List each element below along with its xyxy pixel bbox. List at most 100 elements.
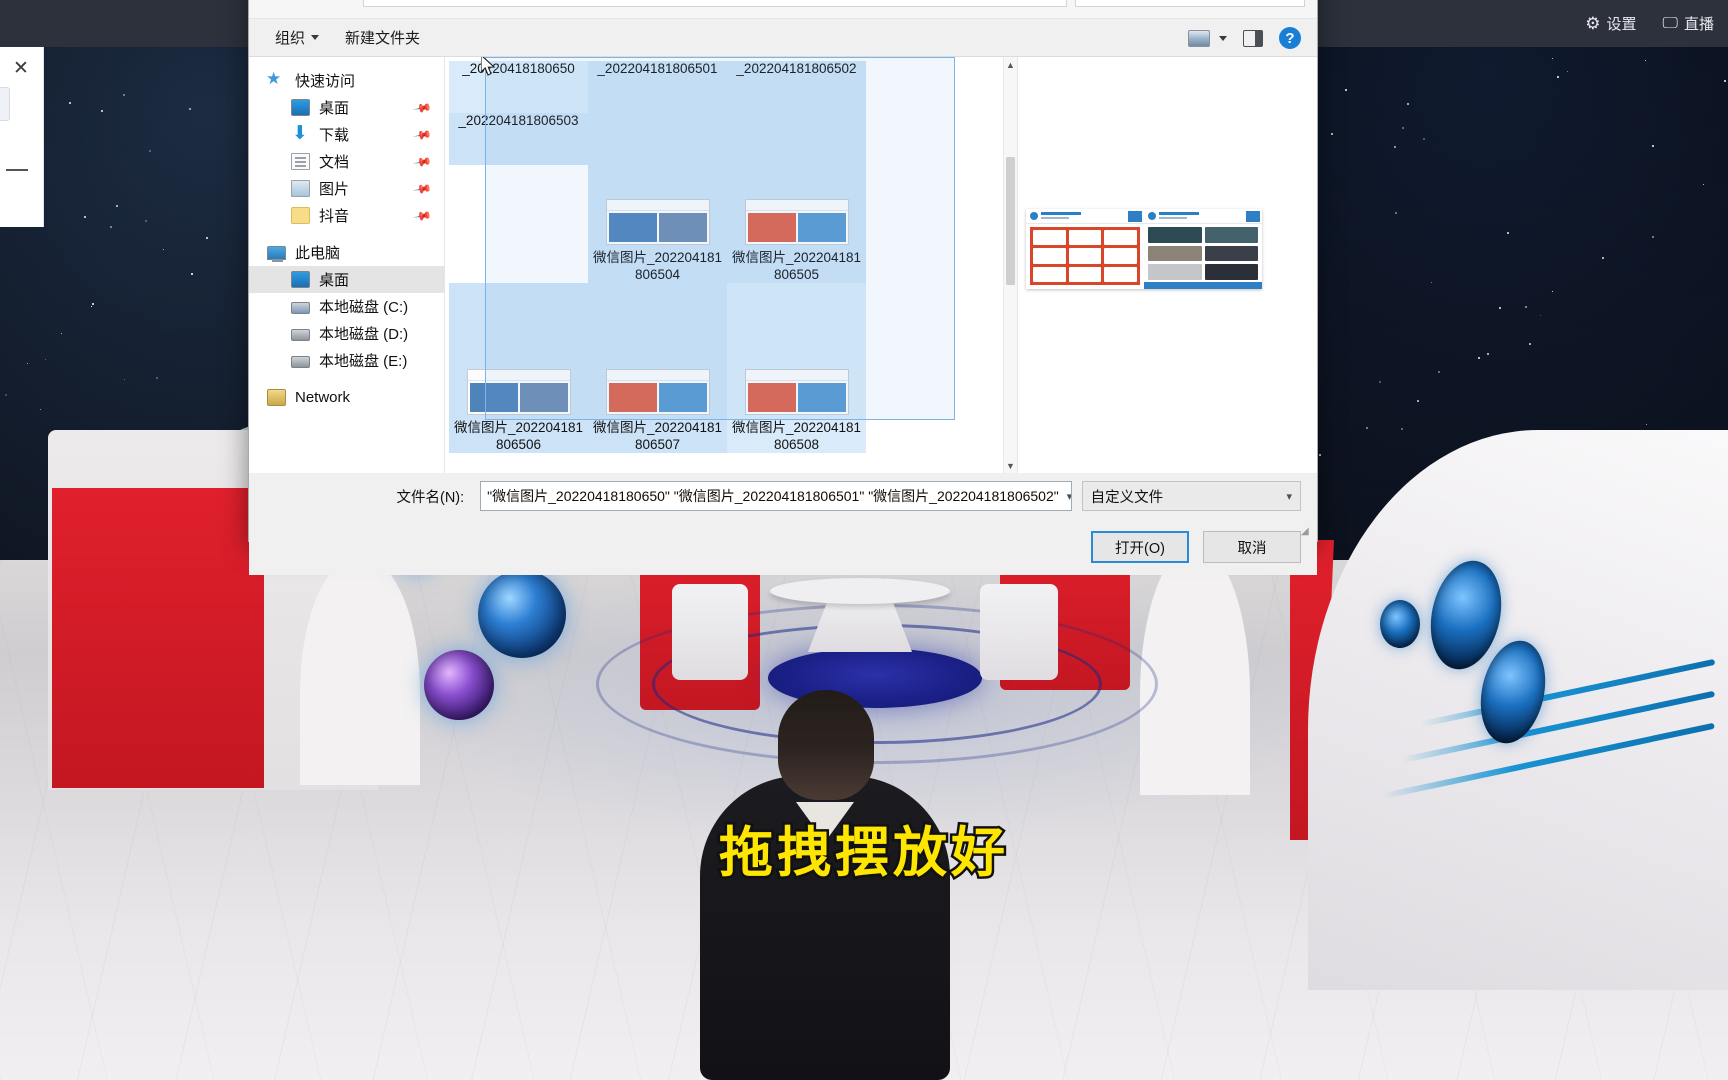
pin-icon[interactable]: 📌: [412, 178, 432, 198]
breadcrumb-1[interactable]: 桌面: [459, 0, 487, 1]
pictures-icon: [291, 180, 310, 197]
preview-cell: [1104, 267, 1137, 282]
preview-header-left: [1026, 209, 1144, 224]
red-panel-left: [52, 488, 264, 788]
pin-icon[interactable]: 📌: [412, 97, 432, 117]
folder-icon: [291, 207, 310, 224]
toolbar-right-group: ?: [1188, 19, 1301, 57]
file-item[interactable]: _202204181806501: [588, 61, 727, 113]
breadcrumb-0[interactable]: 此电脑: [397, 0, 439, 1]
file-list-pane[interactable]: _20220418180650 _202204181806501 _20220418…: [445, 57, 1017, 473]
sidebar-item-network[interactable]: Network: [249, 384, 444, 411]
preview-logo-icon: [1148, 212, 1156, 220]
organize-label: 组织: [275, 27, 305, 48]
download-icon: [291, 126, 310, 143]
filename-input[interactable]: "微信图片_20220418180650" "微信图片_202204181806…: [480, 481, 1071, 511]
preview-cell: [1205, 246, 1259, 262]
file-item[interactable]: 微信图片_202204181806508: [727, 283, 866, 453]
sidebar-item-downloads[interactable]: 下载 📌: [249, 121, 444, 148]
sidebar-item-documents[interactable]: 文档 📌: [249, 148, 444, 175]
sidebar-spacer: [249, 374, 444, 384]
sidebar-item-drive-d[interactable]: 本地磁盘 (D:): [249, 320, 444, 347]
decor-orb-1: [478, 570, 566, 658]
sidebar-spacer: [249, 229, 444, 239]
document-icon: [291, 153, 310, 170]
forward-icon[interactable]: ›: [295, 0, 321, 4]
file-name-label: 微信图片_202204181806506: [453, 420, 584, 453]
left-panel-divider: [6, 169, 28, 171]
preview-cell: [1148, 227, 1202, 243]
sidebar-item-quick-access[interactable]: 快速访问: [249, 67, 444, 94]
system-drive-icon: [291, 302, 310, 314]
new-folder-button[interactable]: 新建文件夹: [345, 27, 420, 48]
pin-icon[interactable]: 📌: [412, 151, 432, 171]
preview-corner-badge: [1128, 211, 1142, 222]
file-item[interactable]: _202204181806502: [727, 61, 866, 113]
sidebar-item-desktop-pc[interactable]: 桌面: [249, 266, 444, 293]
pin-icon[interactable]: 📌: [412, 124, 432, 144]
dialog-body: 快速访问 桌面 📌 下载 📌 文档 📌 图片 📌: [249, 57, 1317, 473]
preview-pane-icon[interactable]: [1243, 30, 1263, 47]
file-name-label: _202204181806502: [731, 61, 862, 78]
subtitle-caption: 拖拽摆放好: [0, 808, 1728, 887]
address-bar[interactable]: 此电脑 › 桌面 › 图片 ▾: [363, 0, 1067, 7]
file-name-label: _202204181806501: [592, 61, 723, 78]
sidebar-item-label: 本地磁盘 (D:): [319, 323, 408, 344]
search-input[interactable]: ⌕ 搜索 桌面: [1075, 0, 1305, 7]
sidebar-item-drive-c[interactable]: 本地磁盘 (C:): [249, 293, 444, 320]
preview-cell: [1104, 248, 1137, 263]
settings-label: 设置: [1607, 13, 1637, 34]
file-type-value: 自定义文件: [1091, 486, 1164, 507]
cancel-button[interactable]: 取消: [1203, 531, 1301, 563]
scroll-down-icon[interactable]: ▼: [1004, 458, 1017, 473]
preview-corner-badge: [1246, 211, 1260, 222]
live-button[interactable]: 🖵 直播: [1663, 13, 1714, 34]
settings-button[interactable]: ⚙ 设置: [1585, 13, 1636, 34]
sidebar-item-pictures[interactable]: 图片 📌: [249, 175, 444, 202]
file-name-label: _20220418180650: [453, 61, 584, 78]
view-options-button[interactable]: [1188, 30, 1227, 47]
file-thumbnail: [467, 369, 571, 415]
open-button[interactable]: 打开(O): [1091, 531, 1189, 563]
drive-icon: [291, 329, 310, 341]
file-open-dialog[interactable]: ‹ › ↑ 此电脑 › 桌面 › 图片 ▾ ⌕ 搜索 桌面 组织 新建文件夹: [248, 0, 1318, 542]
file-item[interactable]: 微信图片_202204181806507: [588, 283, 727, 453]
close-icon[interactable]: ✕: [12, 60, 30, 78]
pin-icon[interactable]: 📌: [412, 205, 432, 225]
breadcrumb-2[interactable]: 图片: [507, 0, 535, 1]
up-icon[interactable]: ↑: [329, 0, 355, 4]
sidebar-item-this-pc[interactable]: 此电脑: [249, 239, 444, 266]
file-item[interactable]: _20220418180650: [449, 61, 588, 113]
desktop-icon: [291, 99, 310, 116]
file-item[interactable]: _202204181806503: [449, 113, 588, 165]
preview-cell: [1148, 246, 1202, 262]
file-item[interactable]: 微信图片_202204181806505: [727, 113, 866, 283]
navigation-pane: 快速访问 桌面 📌 下载 📌 文档 📌 图片 📌: [249, 57, 445, 473]
file-thumbnail: [745, 199, 849, 245]
file-list-scrollbar[interactable]: ▲ ▼: [1003, 57, 1017, 473]
scroll-up-icon[interactable]: ▲: [1004, 57, 1017, 72]
desktop-icon: [291, 271, 310, 288]
scrollbar-thumb[interactable]: [1006, 157, 1015, 285]
file-type-select[interactable]: 自定义文件 ▾: [1082, 481, 1301, 511]
chair-left: [672, 584, 748, 680]
sidebar-item-desktop-quick[interactable]: 桌面 📌: [249, 94, 444, 121]
sidebar-item-drive-e[interactable]: 本地磁盘 (E:): [249, 347, 444, 374]
sidebar-item-label: 本地磁盘 (E:): [319, 350, 407, 371]
help-icon[interactable]: ?: [1279, 27, 1301, 49]
chevron-down-icon[interactable]: ▾: [1059, 490, 1072, 503]
presenter-head: [778, 690, 874, 800]
file-item[interactable]: 微信图片_202204181806504: [588, 113, 727, 283]
organize-button[interactable]: 组织: [275, 27, 319, 48]
back-icon[interactable]: ‹: [261, 0, 287, 4]
sidebar-item-label: 此电脑: [295, 242, 340, 263]
file-item[interactable]: 微信图片_202204181806506: [449, 283, 588, 453]
preview-thumbnail: [1026, 209, 1262, 289]
network-icon: [267, 389, 286, 406]
file-grid[interactable]: _20220418180650 _202204181806501 _20220418…: [445, 57, 1003, 473]
sidebar-item-label: 桌面: [319, 97, 349, 118]
resize-grip[interactable]: ◢: [1301, 526, 1313, 538]
preview-title-bar: [1159, 212, 1199, 215]
preview-footer-bar: [1144, 282, 1262, 289]
sidebar-item-douyin[interactable]: 抖音 📌: [249, 202, 444, 229]
